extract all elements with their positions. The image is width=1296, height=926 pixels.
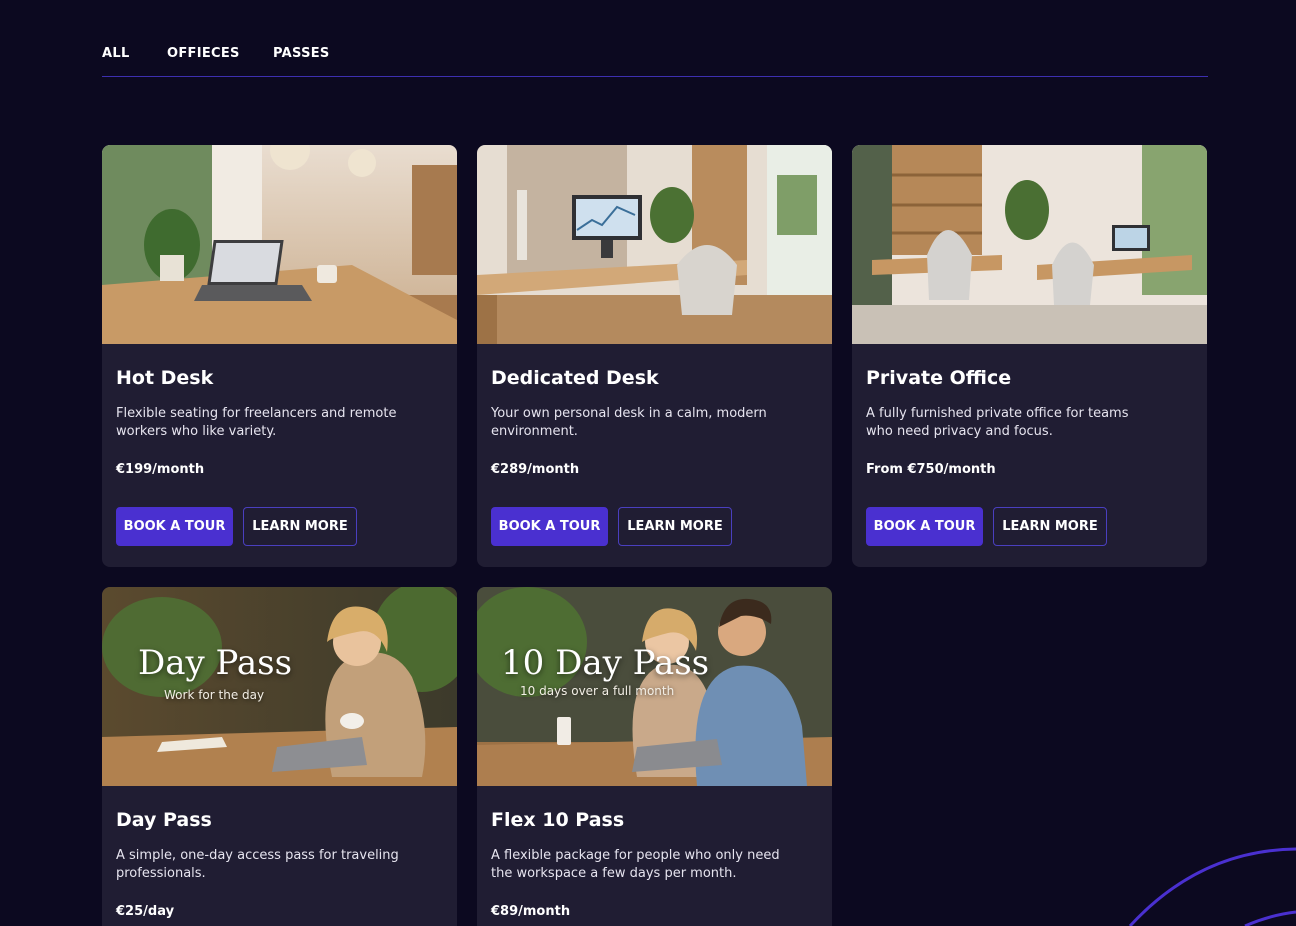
tab-passes[interactable]: PASSES	[273, 46, 330, 61]
tab-all[interactable]: ALL	[102, 46, 130, 61]
card-title: Hot Desk	[116, 367, 214, 389]
learn-more-button[interactable]: LEARN MORE	[993, 507, 1107, 546]
card-title: Dedicated Desk	[491, 367, 659, 389]
card-description: A simple, one-day access pass for travel…	[116, 848, 399, 881]
card-title: Private Office	[866, 367, 1012, 389]
card-description: A flexible package for people who only n…	[491, 848, 780, 881]
card-title: Day Pass	[116, 809, 212, 831]
card-private-office: Private Office A fully furnished private…	[852, 145, 1207, 567]
card-price: €25/day	[116, 904, 175, 919]
card-description: Your own personal desk in a calm, modern…	[491, 406, 767, 439]
dedicated-desk-photo	[477, 145, 832, 344]
flex-10-pass-photo: 10 Day Pass 10 days over a full month	[477, 587, 832, 786]
card-flex-10-pass: 10 Day Pass 10 days over a full month Fl…	[477, 587, 832, 926]
card-dedicated-desk: Dedicated Desk Your own personal desk in…	[477, 145, 832, 567]
card-description: A fully furnished private office for tea…	[866, 406, 1129, 439]
tab-offices[interactable]: OFFIECES	[167, 46, 240, 61]
image-subtitle: Work for the day	[164, 688, 265, 702]
card-description: Flexible seating for freelancers and rem…	[116, 406, 397, 439]
book-tour-button[interactable]: BOOK A TOUR	[116, 507, 233, 546]
card-price: €199/month	[116, 462, 205, 477]
day-pass-photo: Day Pass Work for the day	[102, 587, 457, 786]
book-tour-button[interactable]: BOOK A TOUR	[491, 507, 608, 546]
learn-more-button[interactable]: LEARN MORE	[243, 507, 357, 546]
card-title: Flex 10 Pass	[491, 809, 625, 831]
image-title: 10 Day Pass	[501, 643, 710, 683]
private-office-photo	[852, 145, 1207, 344]
image-title: Day Pass	[138, 643, 293, 683]
hot-desk-photo	[102, 145, 457, 344]
filter-tabs: ALL OFFIECES PASSES	[102, 0, 1208, 77]
image-subtitle: 10 days over a full month	[520, 684, 675, 698]
card-price: €289/month	[491, 462, 580, 477]
book-tour-button[interactable]: BOOK A TOUR	[866, 507, 983, 546]
learn-more-button[interactable]: LEARN MORE	[618, 507, 732, 546]
card-price: €89/month	[491, 904, 571, 919]
card-day-pass: Day Pass Work for the day Day Pass A sim…	[102, 587, 457, 926]
card-price: From €750/month	[866, 462, 996, 477]
page: ALL OFFIECES PASSES Hot Desk Flexible se…	[0, 0, 1296, 926]
card-hot-desk: Hot Desk Flexible seating for freelancer…	[102, 145, 457, 567]
